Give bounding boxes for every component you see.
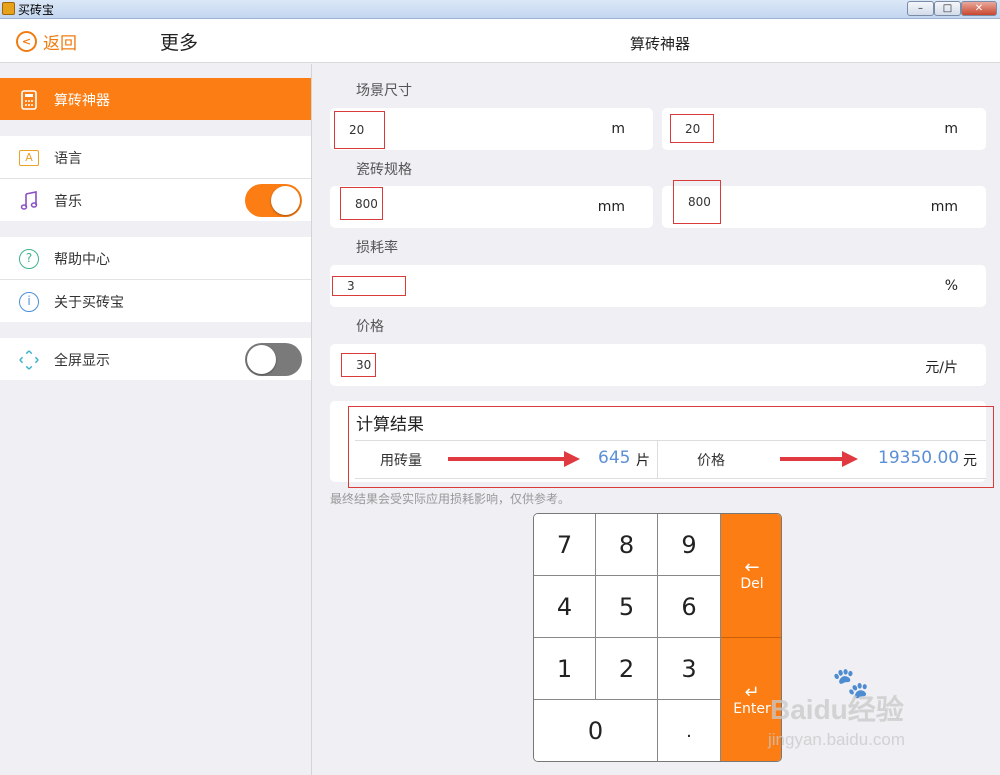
key-5[interactable]: 5 [596,576,658,638]
unit-label: 元/片 [925,360,958,376]
key-0[interactable]: 0 [534,700,658,761]
help-icon: ? [18,248,40,270]
back-arrow-icon: < [16,30,37,52]
sidebar-item-label: 帮助中心 [54,252,110,268]
sidebar-item-music[interactable]: 音乐 [0,179,311,221]
key-decimal[interactable]: . [658,700,721,761]
fullscreen-toggle[interactable] [245,343,302,376]
minimize-button[interactable]: – [907,1,934,16]
price-input[interactable]: 30 [341,353,376,377]
tile-spec-label: 瓷砖规格 [356,162,412,178]
sidebar-item-calculator[interactable]: 算砖神器 [0,78,311,120]
app-icon [2,2,15,15]
result-highlight-box [348,406,994,488]
back-button[interactable]: < 返回 [16,29,77,54]
numeric-keypad: 7 8 9 4 5 6 1 2 3 0 . ← Del ↵ Enter [533,513,782,762]
page-title: 算砖神器 [629,35,690,53]
sidebar-item-fullscreen[interactable]: 全屏显示 [0,338,311,380]
tile-width-input[interactable]: 800 [340,187,383,220]
watermark-url: jingyan.baidu.com [768,730,906,749]
close-button[interactable]: ✕ [961,1,997,16]
sidebar-item-label: 算砖神器 [54,93,110,109]
unit-label: mm [597,199,625,215]
calculator-icon [18,89,40,111]
loss-rate-input[interactable]: 3 [332,276,406,296]
unit-label: mm [930,199,958,215]
app-header: < 返回 更多 算砖神器 [0,19,1000,63]
price-field[interactable]: 30 元/片 [330,344,986,386]
scene-width-field[interactable]: 20 m [330,108,653,150]
toggle-knob [247,345,276,374]
key-8[interactable]: 8 [596,514,658,576]
scene-length-input[interactable]: 20 [670,114,714,143]
key-7[interactable]: 7 [534,514,596,576]
watermark-text: Baidu经验 [770,694,904,725]
sidebar: 算砖神器 A 语言 音乐 ? 帮助中心 i 关于买砖宝 全屏显示 [0,64,312,775]
loss-rate-field[interactable]: 3 % [330,265,986,307]
unit-label: m [944,121,958,137]
tile-width-field[interactable]: 800 mm [330,186,653,228]
window-title: 买砖宝 [18,3,55,17]
fullscreen-icon [18,349,40,371]
music-toggle[interactable] [245,184,302,217]
sidebar-item-language[interactable]: A 语言 [0,136,311,178]
scene-size-label: 场景尺寸 [356,83,412,99]
music-note-icon [18,190,40,212]
sidebar-item-about[interactable]: i 关于买砖宝 [0,280,311,322]
unit-label: % [944,278,958,294]
key-9[interactable]: 9 [658,514,721,576]
price-label: 价格 [356,319,384,335]
language-icon: A [18,147,40,169]
delete-key-label: Del [740,575,764,592]
key-4[interactable]: 4 [534,576,596,638]
sidebar-item-label: 全屏显示 [54,353,110,369]
maximize-button[interactable]: □ [934,1,961,16]
toggle-knob [271,186,300,215]
tile-length-field[interactable]: 800 mm [662,180,986,228]
info-icon: i [18,291,40,313]
scene-length-field[interactable]: 20 m [662,108,986,150]
loss-rate-label: 损耗率 [356,240,398,256]
sidebar-item-help[interactable]: ? 帮助中心 [0,237,311,279]
key-2[interactable]: 2 [596,638,658,700]
delete-key[interactable]: ← Del [721,514,781,638]
unit-label: m [611,121,625,137]
sidebar-item-label: 关于买砖宝 [54,295,124,311]
key-1[interactable]: 1 [534,638,596,700]
sidebar-item-label: 音乐 [54,194,82,210]
backspace-arrow-icon: ← [744,556,760,578]
scene-width-input[interactable]: 20 [334,111,385,149]
key-3[interactable]: 3 [658,638,721,700]
enter-arrow-icon: ↵ [744,681,760,703]
baidu-watermark: 🐾 Baidu经验 jingyan.baidu.com [760,662,960,762]
back-label: 返回 [43,33,77,54]
tile-length-input[interactable]: 800 [673,180,721,224]
sidebar-title: 更多 [160,32,199,54]
disclaimer-note: 最终结果会受实际应用损耗影响，仅供参考。 [330,492,571,506]
key-6[interactable]: 6 [658,576,721,638]
window-titlebar: 买砖宝 – □ ✕ [0,0,1000,19]
sidebar-item-label: 语言 [54,151,82,167]
